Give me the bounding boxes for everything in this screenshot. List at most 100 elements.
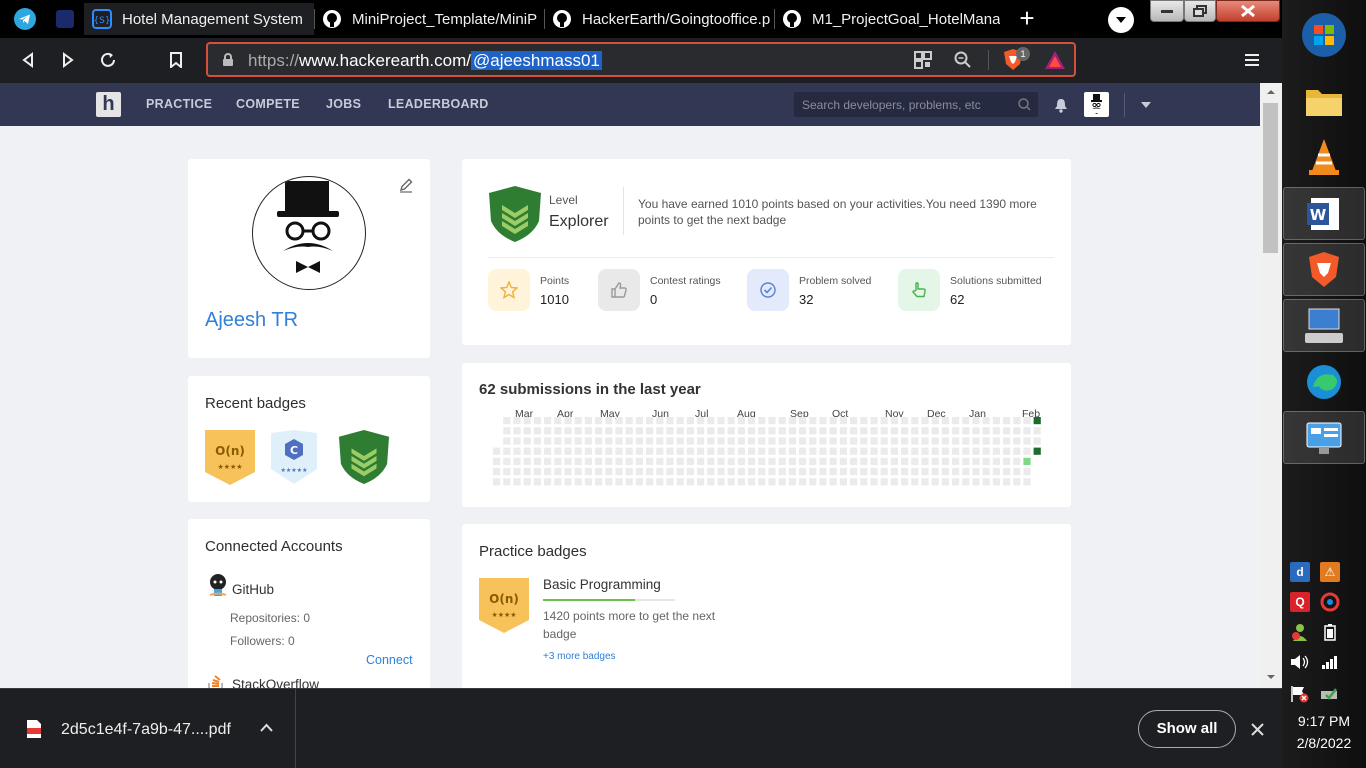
heatmap-cell <box>737 457 745 465</box>
heatmap-cell <box>584 417 592 425</box>
heatmap-cell <box>921 427 929 435</box>
heatmap-cell <box>523 417 531 425</box>
nav-compete[interactable]: COMPETE <box>236 97 300 111</box>
new-tab-button[interactable]: + <box>1014 5 1040 32</box>
github-icon <box>322 9 342 29</box>
heatmap-cell <box>829 468 837 476</box>
close-window-button[interactable] <box>1216 0 1280 22</box>
tab-m1-project-goal[interactable]: M1_ProjectGoal_HotelMana <box>774 3 1004 35</box>
tray-flag-icon[interactable] <box>1290 684 1310 704</box>
search-icon <box>1018 98 1031 111</box>
back-button[interactable] <box>16 48 40 72</box>
tray-d-icon[interactable]: d <box>1290 562 1310 582</box>
tab-miniproject[interactable]: MiniProject_Template/MiniP <box>314 3 544 35</box>
tray-ccleaner-icon[interactable] <box>1320 592 1340 612</box>
word-taskbar-button[interactable]: W <box>1283 187 1365 240</box>
tray-user-icon[interactable] <box>1290 622 1310 642</box>
heatmap-cell <box>952 427 960 435</box>
network-signal-icon[interactable] <box>1320 652 1340 672</box>
minimize-icon <box>1161 10 1173 13</box>
tray-safely-remove-icon[interactable] <box>1320 684 1340 704</box>
tab-hackerearth-repo[interactable]: HackerEarth/Goingtooffice.p <box>544 3 774 35</box>
heatmap-cell <box>1003 427 1011 435</box>
nav-practice[interactable]: PRACTICE <box>146 97 212 111</box>
pinned-tab-icon[interactable] <box>48 4 82 34</box>
browser-tab-strip: {S} Hotel Management System MiniProject_… <box>0 0 1282 38</box>
tray-update-icon[interactable]: ⚠ <box>1320 562 1340 582</box>
heatmap-cell <box>656 457 664 465</box>
scroll-down-icon[interactable] <box>1266 674 1276 680</box>
hackerearth-logo[interactable]: h <box>96 92 121 117</box>
notification-bell-icon[interactable] <box>1054 98 1068 113</box>
brave-taskbar-button[interactable] <box>1283 243 1365 296</box>
system-clock[interactable]: 9:17 PM 2/8/2022 <box>1282 710 1366 754</box>
heatmap-cell <box>931 437 939 445</box>
vlc-taskbar-button[interactable] <box>1283 130 1365 183</box>
heatmap-cell <box>819 457 827 465</box>
page-scrollbar[interactable] <box>1260 83 1282 688</box>
heatmap-cell <box>870 447 878 455</box>
c-language-badge-icon[interactable]: C ★★★★★ <box>270 429 318 485</box>
address-bar[interactable]: https://www.hackerearth.com/@ajeeshmass0… <box>206 42 1076 77</box>
user-avatar-menu[interactable] <box>1084 92 1109 117</box>
browser-menu-button[interactable] <box>1240 48 1264 72</box>
scroll-thumb[interactable] <box>1263 103 1278 253</box>
qr-code-icon[interactable] <box>914 51 932 69</box>
heatmap-cell <box>574 437 582 445</box>
brave-rewards-icon[interactable] <box>1044 50 1066 70</box>
chevron-down-icon[interactable] <box>1140 101 1152 109</box>
tab-search-button[interactable] <box>1108 7 1134 33</box>
battery-icon[interactable] <box>1320 622 1340 642</box>
nav-leaderboard[interactable]: LEADERBOARD <box>388 97 489 111</box>
telegram-tab-icon[interactable] <box>8 4 42 34</box>
heatmap-cell <box>890 427 898 435</box>
site-navbar: h PRACTICE COMPETE JOBS LEADERBOARD Sear… <box>0 83 1260 126</box>
scroll-up-icon[interactable] <box>1266 89 1276 95</box>
heatmap-cell <box>646 427 654 435</box>
heatmap-cell <box>839 437 847 445</box>
file-explorer-taskbar-button[interactable] <box>1283 74 1365 127</box>
more-badges-link[interactable]: +3 more badges <box>543 651 616 662</box>
heatmap-cell <box>635 437 643 445</box>
nav-jobs[interactable]: JOBS <box>326 97 361 111</box>
heatmap-cell <box>921 437 929 445</box>
control-panel-taskbar-button[interactable] <box>1283 411 1365 464</box>
heatmap-cell <box>778 437 786 445</box>
show-all-button[interactable]: Show all <box>1138 710 1236 748</box>
download-bar: 2d5c1e4f-7a9b-47....pdf Show all <box>0 688 1282 768</box>
start-button[interactable] <box>1283 8 1365 61</box>
site-search-input[interactable]: Search developers, problems, etc <box>794 92 1038 117</box>
download-filename[interactable]: 2d5c1e4f-7a9b-47....pdf <box>61 721 231 739</box>
tab-hotel-management[interactable]: {S} Hotel Management System <box>84 3 314 35</box>
level-divider <box>623 187 624 235</box>
heatmap-cell <box>554 427 562 435</box>
zoom-icon[interactable] <box>954 51 972 69</box>
clock-time: 9:17 PM <box>1297 713 1351 729</box>
restore-window-button[interactable] <box>1184 0 1216 22</box>
bookmark-button[interactable] <box>164 48 188 72</box>
explorer-badge-icon[interactable] <box>338 428 390 486</box>
edit-pencil-icon[interactable] <box>398 177 414 193</box>
forward-button[interactable] <box>56 48 80 72</box>
heatmap-cell <box>952 478 960 486</box>
heatmap-cell <box>921 417 929 425</box>
github-connect-link[interactable]: Connect <box>366 653 413 667</box>
heatmap-cell <box>717 447 725 455</box>
heatmap-cell <box>646 437 654 445</box>
badge-progress-track <box>543 599 675 601</box>
heatmap-cell <box>564 468 572 476</box>
heatmap-cell <box>615 437 623 445</box>
computer-taskbar-button[interactable] <box>1283 299 1365 352</box>
reload-button[interactable] <box>96 48 120 72</box>
heatmap-cell <box>962 437 970 445</box>
close-icon[interactable] <box>1251 723 1264 736</box>
minimize-window-button[interactable] <box>1150 0 1184 22</box>
stat-label: Points <box>540 275 570 287</box>
volume-icon[interactable] <box>1290 652 1310 672</box>
chevron-up-icon[interactable] <box>260 723 273 732</box>
tray-quick-heal-icon[interactable]: Q <box>1290 592 1310 612</box>
edge-taskbar-button[interactable] <box>1283 355 1365 408</box>
complexity-badge-icon[interactable]: O(n) ★★★★ <box>204 428 256 486</box>
basic-programming-badge-icon[interactable]: O(n) ★★★★ <box>478 576 530 634</box>
heatmap-cell <box>1033 417 1041 425</box>
